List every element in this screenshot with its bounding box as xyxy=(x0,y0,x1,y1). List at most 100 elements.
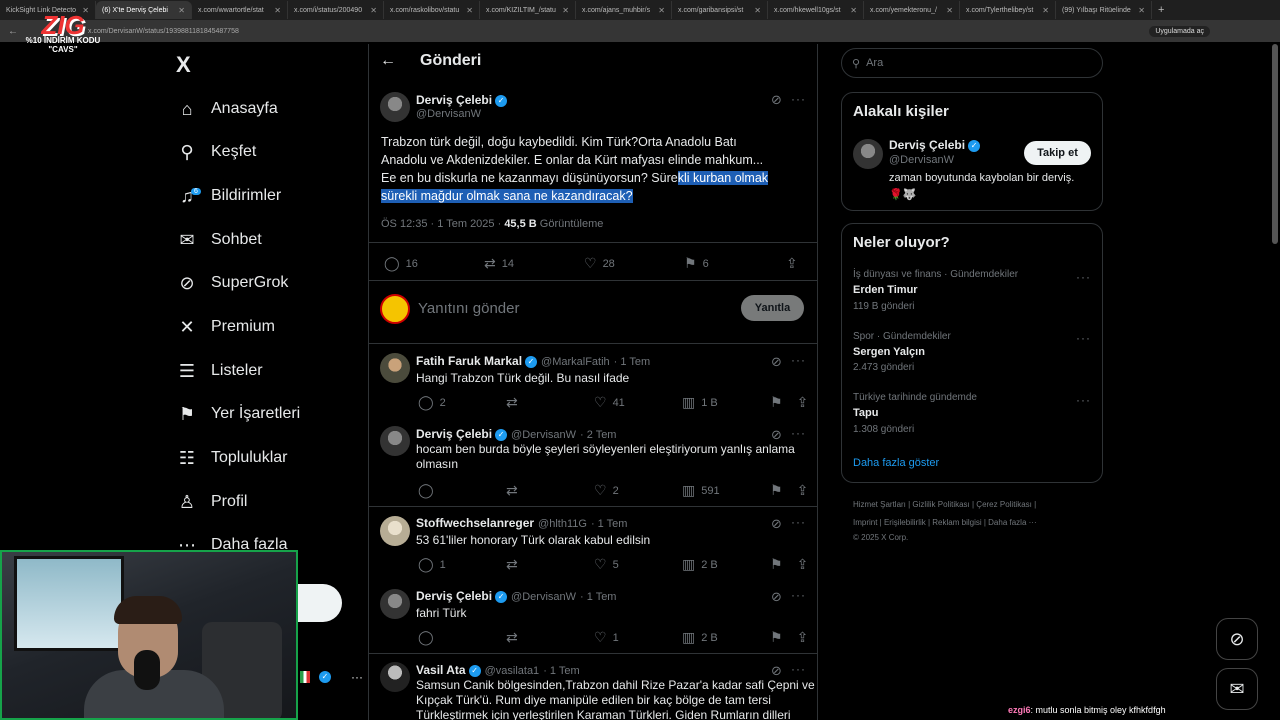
nav-item-profile[interactable]: ♙ Profil xyxy=(176,487,248,517)
reply-author[interactable]: Stoffwechselanreger @hlth11G · 1 Tem xyxy=(416,516,627,530)
share-icon[interactable]: ⇪ xyxy=(797,394,809,411)
reply-input[interactable]: Yanıtını gönder xyxy=(418,300,519,317)
messages-fab-button[interactable]: ✉ xyxy=(1216,668,1258,710)
reply-button[interactable]: ◯ 16 xyxy=(384,255,484,272)
reply-button[interactable]: ◯ xyxy=(418,482,506,499)
nav-item-messages[interactable]: ✉ Sohbet xyxy=(176,225,261,255)
close-icon[interactable]: ✕ xyxy=(1138,6,1145,15)
reply-author[interactable]: Fatih Faruk Markal ✓ @MarkalFatih · 1 Tem xyxy=(416,354,650,368)
close-icon[interactable]: ✕ xyxy=(946,6,953,15)
browser-tab-active[interactable]: (6) X'te Derviş Çelebi ✕ xyxy=(96,1,192,19)
reply-button[interactable]: ◯ 1 xyxy=(418,556,506,573)
post-handle[interactable]: @DervisanW xyxy=(416,108,481,120)
close-icon[interactable]: ✕ xyxy=(178,6,185,15)
bookmark-icon[interactable]: ⚑ xyxy=(770,394,783,411)
views-button[interactable]: ▥ 2 B xyxy=(682,556,770,573)
reply-submit-button[interactable]: Yanıtla xyxy=(741,295,804,321)
more-icon[interactable]: ··· xyxy=(1076,393,1091,407)
browser-tab[interactable]: x.com/Tylerthelibey/st ✕ xyxy=(960,1,1056,19)
trend-title[interactable]: Erden Timur xyxy=(853,284,918,296)
like-button[interactable]: ♡ 5 xyxy=(594,556,682,573)
bookmark-icon[interactable]: ⚑ xyxy=(770,556,783,573)
repost-button[interactable]: ⇄ 14 xyxy=(484,255,584,272)
back-icon[interactable]: ← xyxy=(8,26,18,37)
browser-tab[interactable]: x.com/hkewell10gs/st ✕ xyxy=(768,1,864,19)
browser-tab[interactable]: (99) Yılbaşı Ritüelinde ✕ xyxy=(1056,1,1152,19)
bookmark-icon[interactable]: ⚑ xyxy=(770,629,783,646)
bookmark-button[interactable]: ⚑ 6 xyxy=(684,255,786,272)
more-icon[interactable]: ··· xyxy=(791,92,806,106)
reply-author[interactable]: Derviş Çelebi ✓ @DervisanW · 2 Tem xyxy=(416,427,616,441)
grok-icon[interactable]: ⊘ xyxy=(771,427,782,443)
reply-button[interactable]: ◯ xyxy=(418,629,506,646)
back-arrow-icon[interactable]: ← xyxy=(380,52,396,70)
nav-item-lists[interactable]: ☰ Listeler xyxy=(176,356,263,386)
reply-author[interactable]: Derviş Çelebi ✓ @DervisanW · 1 Tem xyxy=(416,589,616,603)
browser-tab[interactable]: x.com/i/status/200490 ✕ xyxy=(288,1,384,19)
related-handle[interactable]: @DervisanW xyxy=(889,154,954,166)
browser-tab[interactable]: x.com/wwartortle/stat ✕ xyxy=(192,1,288,19)
like-button[interactable]: ♡ 41 xyxy=(594,394,682,411)
more-icon[interactable]: ··· xyxy=(791,662,806,676)
reply-author[interactable]: Vasil Ata ✓ @vasilata1 · 1 Tem xyxy=(416,663,580,677)
repost-button[interactable]: ⇄ xyxy=(506,629,594,646)
footer-links[interactable]: Hizmet Şartları | Gizlilik Politikası | … xyxy=(853,500,1036,509)
trend-title[interactable]: Tapu xyxy=(853,407,878,419)
more-icon[interactable]: ··· xyxy=(1076,331,1091,345)
grok-icon[interactable]: ⊘ xyxy=(771,354,782,370)
more-icon[interactable]: ··· xyxy=(1076,270,1091,284)
views-button[interactable]: ▥ 2 B xyxy=(682,629,770,646)
more-icon[interactable]: ··· xyxy=(791,426,806,440)
like-button[interactable]: ♡ 28 xyxy=(584,255,684,272)
more-icon[interactable]: ··· xyxy=(791,353,806,367)
account-switcher[interactable]: ✓ ··· xyxy=(300,670,363,684)
browser-tab[interactable]: x.com/garibansipsi/st ✕ xyxy=(672,1,768,19)
share-icon[interactable]: ⇪ xyxy=(797,556,809,573)
browser-tab[interactable]: x.com/yemekteronu_/✕ xyxy=(864,1,960,19)
related-name[interactable]: Derviş Çelebi ✓ xyxy=(889,138,981,152)
reply-button[interactable]: ◯ 2 xyxy=(418,394,506,411)
repost-button[interactable]: ⇄ xyxy=(506,482,594,499)
avatar[interactable] xyxy=(380,589,410,619)
nav-item-bookmarks[interactable]: ⚑ Yer İşaretleri xyxy=(176,399,300,429)
grok-icon[interactable]: ⊘ xyxy=(771,663,782,679)
url-field[interactable]: x.com/DervisanW/status/19398811818454877… xyxy=(88,28,239,35)
close-icon[interactable]: ✕ xyxy=(370,6,377,15)
scrollbar[interactable] xyxy=(1272,44,1278,244)
browser-tab[interactable]: x.com/ajans_muhbir/s ✕ xyxy=(576,1,672,19)
avatar[interactable] xyxy=(380,662,410,692)
avatar[interactable] xyxy=(380,92,410,122)
avatar[interactable] xyxy=(380,353,410,383)
close-icon[interactable]: ✕ xyxy=(466,6,473,15)
grok-fab-button[interactable]: ⊘ xyxy=(1216,618,1258,660)
nav-item-explore[interactable]: ⚲ Keşfet xyxy=(176,137,256,167)
more-icon[interactable]: ··· xyxy=(351,670,363,684)
nav-item-communities[interactable]: ☷ Topluluklar xyxy=(176,443,288,473)
bookmark-icon[interactable]: ⚑ xyxy=(770,482,783,499)
grok-icon[interactable]: ⊘ xyxy=(771,589,782,605)
nav-item-grok[interactable]: ⊘ SuperGrok xyxy=(176,268,288,298)
share-icon[interactable]: ⇪ xyxy=(797,629,809,646)
share-icon[interactable]: ⇪ xyxy=(797,482,809,499)
search-input[interactable]: ⚲ Ara xyxy=(841,48,1103,78)
browser-tab[interactable]: x.com/KIZILTIM_/statu ✕ xyxy=(480,1,576,19)
views-button[interactable]: ▥ 1 B xyxy=(682,394,770,411)
nav-item-premium[interactable]: ✕ Premium xyxy=(176,312,275,342)
like-button[interactable]: ♡ 2 xyxy=(594,482,682,499)
repost-button[interactable]: ⇄ xyxy=(506,556,594,573)
x-logo[interactable]: X xyxy=(176,52,191,78)
follow-button[interactable]: Takip et xyxy=(1024,141,1091,165)
nav-item-home[interactable]: ⌂ Anasayfa xyxy=(176,94,278,124)
grok-icon[interactable]: ⊘ xyxy=(771,92,782,108)
open-in-app-button[interactable]: Uygulamada aç xyxy=(1149,25,1210,37)
footer-links[interactable]: Imprint | Erişilebilirlik | Reklam bilgi… xyxy=(853,518,1037,527)
close-icon[interactable]: ✕ xyxy=(658,6,665,15)
nav-item-notifications[interactable]: ♫ 6 Bildirimler xyxy=(176,181,281,211)
close-icon[interactable]: ✕ xyxy=(850,6,857,15)
show-more-link[interactable]: Daha fazla göster xyxy=(853,457,939,469)
views-button[interactable]: ▥ 591 xyxy=(682,482,770,499)
more-icon[interactable]: ··· xyxy=(791,515,806,529)
close-icon[interactable]: ✕ xyxy=(562,6,569,15)
close-icon[interactable]: ✕ xyxy=(274,6,281,15)
new-tab-icon[interactable]: + xyxy=(1158,4,1164,16)
